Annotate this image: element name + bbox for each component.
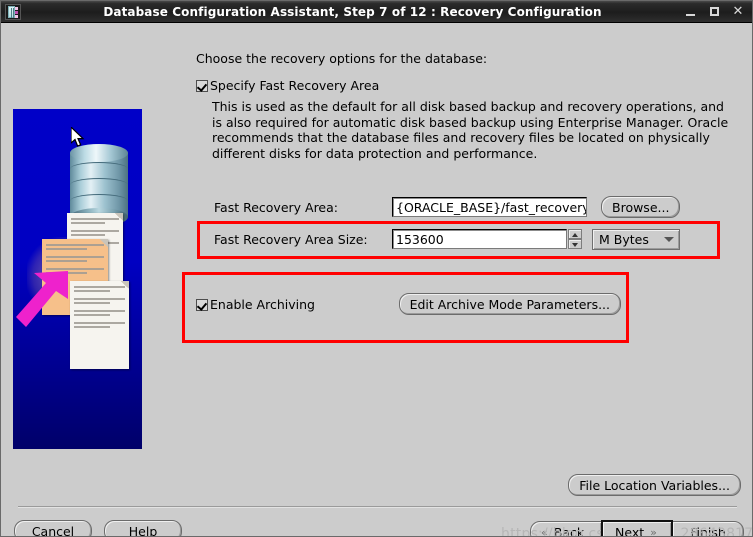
fast-recovery-area-size-row: Fast Recovery Area Size: 153600 M Bytes (196, 227, 741, 251)
recovery-form: Fast Recovery Area: {ORACLE_BASE}/fast_r… (196, 195, 741, 251)
stepper-up-icon[interactable] (568, 229, 582, 239)
database-app-icon (5, 3, 21, 20)
fast-recovery-area-input[interactable]: {ORACLE_BASE}/fast_recovery_a (392, 197, 587, 217)
document-page-front (70, 281, 129, 369)
help-button[interactable]: Help (104, 520, 182, 536)
window-title: Database Configuration Assistant, Step 7… (103, 4, 602, 19)
size-unit-dropdown[interactable]: M Bytes (592, 228, 680, 250)
wizard-illustration (13, 109, 142, 449)
maximize-icon[interactable] (708, 6, 720, 18)
file-location-variables-wrap: File Location Variables... (568, 474, 741, 496)
enable-archiving-checkbox[interactable] (196, 298, 208, 311)
instruction-text: Choose the recovery options for the data… (196, 51, 488, 66)
fast-recovery-area-size-input[interactable]: 153600 (392, 229, 567, 249)
nav-left-buttons: Cancel Help (14, 520, 182, 536)
stepper-down-icon[interactable] (568, 239, 582, 249)
magenta-arrow-icon (16, 269, 70, 331)
window-titlebar: Database Configuration Assistant, Step 7… (1, 1, 752, 23)
edit-archive-mode-parameters-button[interactable]: Edit Archive Mode Parameters... (398, 293, 621, 315)
back-button[interactable]: « Back (530, 521, 602, 537)
nav-right-buttons: « Back Next » Finish (530, 520, 744, 537)
close-icon[interactable]: ✕ (732, 5, 744, 18)
navigation-bar: Cancel Help « Back Next » Finish (1, 516, 752, 537)
back-button-label: Back (553, 524, 585, 537)
chevron-down-icon (664, 236, 674, 242)
dbca-recovery-configuration-window: Database Configuration Assistant, Step 7… (0, 0, 753, 537)
window-controls: ✕ (684, 5, 744, 18)
fast-recovery-area-size-label: Fast Recovery Area Size: (214, 231, 368, 247)
next-button-label: Next (615, 524, 645, 537)
enable-archiving-label: Enable Archiving (210, 296, 315, 312)
main-content: Choose the recovery options for the data… (196, 51, 741, 161)
specify-fra-checkbox-row[interactable]: Specify Fast Recovery Area (196, 78, 741, 93)
enable-archiving-checkbox-row[interactable]: Enable Archiving (196, 297, 315, 312)
cancel-button[interactable]: Cancel (14, 520, 92, 536)
browse-button[interactable]: Browse... (601, 196, 681, 218)
fra-description-text: This is used as the default for all disk… (212, 99, 729, 161)
chevron-left-icon: « (541, 525, 548, 537)
dialog-body: Choose the recovery options for the data… (1, 23, 752, 537)
chevron-right-icon: » (650, 525, 657, 537)
minimize-icon[interactable] (684, 6, 696, 18)
fast-recovery-area-label: Fast Recovery Area: (214, 199, 338, 215)
file-location-variables-button[interactable]: File Location Variables... (568, 474, 741, 496)
fast-recovery-area-size-stepper[interactable] (568, 229, 582, 249)
fast-recovery-area-row: Fast Recovery Area: {ORACLE_BASE}/fast_r… (196, 195, 741, 219)
size-unit-value: M Bytes (599, 231, 649, 247)
specify-fra-label: Specify Fast Recovery Area (210, 78, 380, 93)
archiving-section: Enable Archiving Edit Archive Mode Param… (196, 293, 621, 315)
specify-fra-checkbox[interactable] (196, 80, 208, 92)
separator (18, 506, 737, 508)
finish-button[interactable]: Finish (672, 521, 744, 536)
next-button[interactable]: Next » (601, 520, 673, 537)
